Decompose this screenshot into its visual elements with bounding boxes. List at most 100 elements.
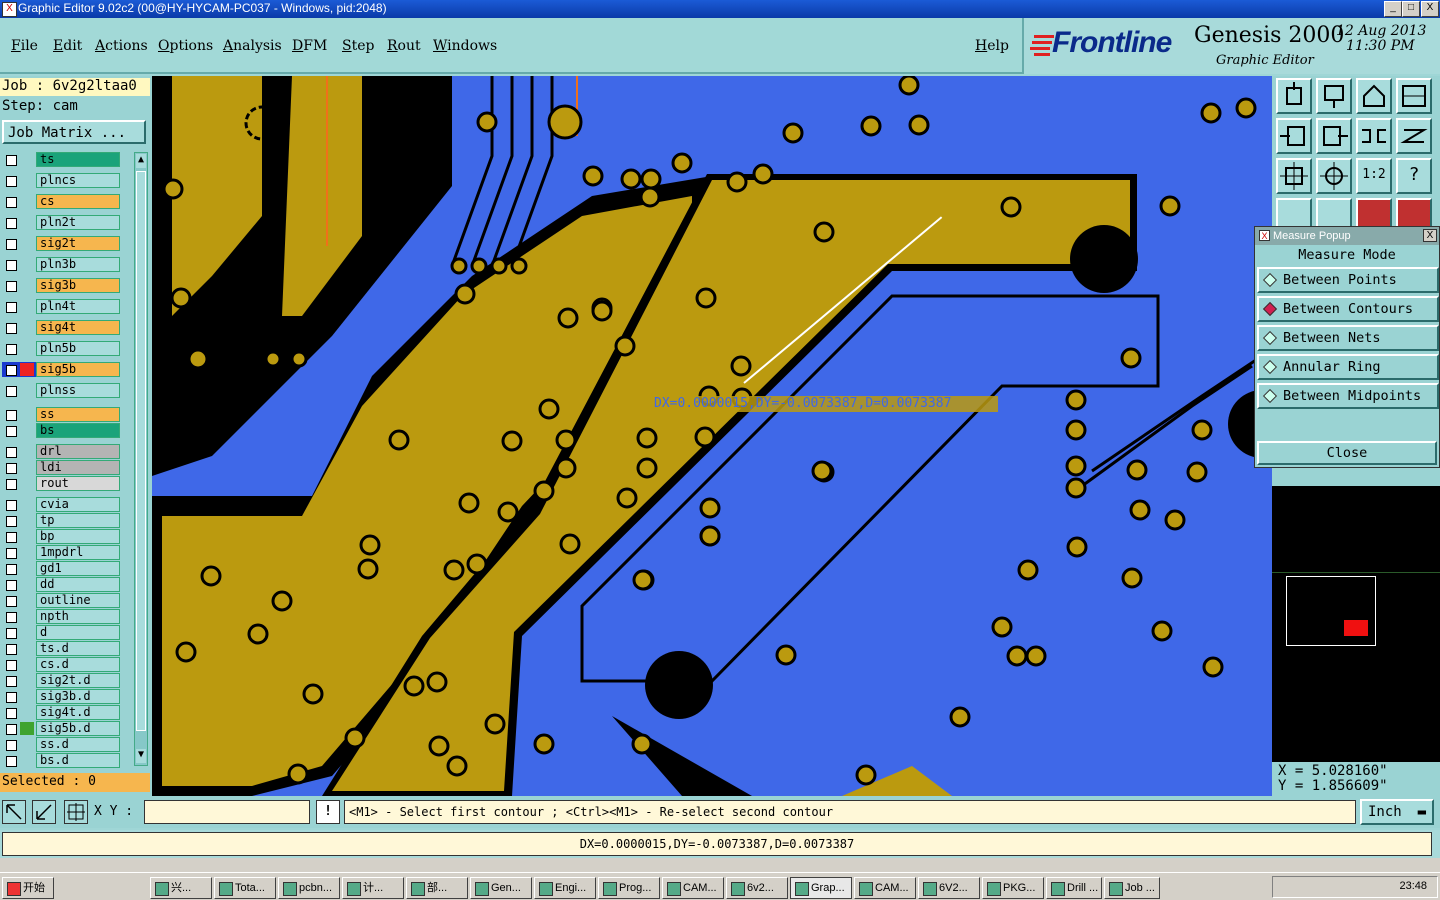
layer-row-pln4t[interactable]: pln4t: [2, 299, 120, 314]
scroll-down-arrow-icon[interactable]: ▼: [136, 749, 146, 763]
layer-checkbox[interactable]: [6, 463, 17, 474]
measure-tool-icon[interactable]: [32, 800, 56, 824]
measure-option-between-midpoints[interactable]: Between Midpoints: [1257, 383, 1439, 409]
layer-checkbox[interactable]: [6, 239, 17, 250]
measure-option-between-points[interactable]: Between Points: [1257, 267, 1439, 293]
redraw-icon[interactable]: [1396, 118, 1432, 154]
layer-name[interactable]: tp: [36, 513, 120, 528]
taskbar-item[interactable]: 6V2...: [918, 877, 980, 899]
view-down-icon[interactable]: [1316, 78, 1352, 114]
layer-name[interactable]: sig5b.d: [36, 721, 120, 736]
menu-analysis[interactable]: Analysis: [223, 38, 282, 54]
layer-row-pln5b[interactable]: pln5b: [2, 341, 120, 356]
layer-row-ts-d[interactable]: ts.d: [2, 641, 120, 656]
taskbar-item[interactable]: pcbn...: [278, 877, 340, 899]
measure-option-between-contours[interactable]: Between Contours: [1257, 296, 1439, 322]
layer-checkbox[interactable]: [6, 564, 17, 575]
layer-name[interactable]: ss: [36, 407, 120, 422]
layer-checkbox[interactable]: [6, 386, 17, 397]
layer-name[interactable]: outline: [36, 593, 120, 608]
layer-checkbox[interactable]: [6, 532, 17, 543]
mini-map[interactable]: [1272, 486, 1440, 762]
layer-name[interactable]: cs: [36, 194, 120, 209]
layer-checkbox[interactable]: [6, 708, 17, 719]
menu-windows[interactable]: Windows: [433, 38, 497, 54]
layer-checkbox[interactable]: [6, 155, 17, 166]
minimize-button[interactable]: _: [1384, 1, 1402, 17]
house-icon[interactable]: [1356, 78, 1392, 114]
layer-row-sig4t[interactable]: sig4t: [2, 320, 120, 335]
taskbar-item[interactable]: 兴...: [150, 877, 212, 899]
layer-checkbox[interactable]: [6, 692, 17, 703]
alert-icon[interactable]: !: [316, 800, 340, 824]
pan-left-icon[interactable]: [1276, 118, 1312, 154]
layer-checkbox[interactable]: [6, 323, 17, 334]
taskbar-item[interactable]: CAM...: [662, 877, 724, 899]
scroll-thumb[interactable]: [136, 171, 146, 731]
layer-scrollbar[interactable]: ▲ ▼: [134, 152, 148, 766]
layer-checkbox[interactable]: [6, 218, 17, 229]
layer-name[interactable]: sig5b: [36, 362, 120, 377]
menu-step[interactable]: Step: [342, 38, 374, 54]
layer-checkbox[interactable]: [6, 596, 17, 607]
layer-checkbox[interactable]: [6, 644, 17, 655]
taskbar-item[interactable]: Engi...: [534, 877, 596, 899]
measure-option-annular-ring[interactable]: Annular Ring: [1257, 354, 1439, 380]
layer-row-bp[interactable]: bp: [2, 529, 120, 544]
layer-checkbox[interactable]: [6, 479, 17, 490]
layer-checkbox[interactable]: [6, 580, 17, 591]
layer-checkbox[interactable]: [6, 740, 17, 751]
layer-row-pln3b[interactable]: pln3b: [2, 257, 120, 272]
layer-checkbox[interactable]: [6, 660, 17, 671]
snap-grid-icon[interactable]: [64, 800, 88, 824]
layer-name[interactable]: 1mpdrl: [36, 545, 120, 560]
pan-right-icon[interactable]: [1316, 118, 1352, 154]
layer-row-ss-d[interactable]: ss.d: [2, 737, 120, 752]
settings-icon[interactable]: [1276, 198, 1312, 228]
layer-row-sig2t-d[interactable]: sig2t.d: [2, 673, 120, 688]
job-matrix-button[interactable]: Job Matrix ...: [2, 120, 146, 144]
layer-name[interactable]: sig2t: [36, 236, 120, 251]
xy-input[interactable]: [144, 800, 310, 824]
layer-checkbox[interactable]: [6, 365, 17, 376]
layer-row-ldi[interactable]: ldi: [2, 460, 120, 475]
layer-name[interactable]: sig4t: [36, 320, 120, 335]
layer-row-npth[interactable]: npth: [2, 609, 120, 624]
menu-help[interactable]: Help: [975, 38, 1009, 54]
layer-row-tp[interactable]: tp: [2, 513, 120, 528]
menu-dfm[interactable]: DFM: [292, 38, 327, 54]
zoom-fit-icon[interactable]: [1276, 158, 1312, 194]
layer-row-sig4t-d[interactable]: sig4t.d: [2, 705, 120, 720]
menu-edit[interactable]: Edit: [53, 38, 82, 54]
net-highlight-icon[interactable]: [1396, 198, 1432, 228]
layer-checkbox[interactable]: [6, 612, 17, 623]
menu-actions[interactable]: Actions: [95, 38, 148, 54]
layer-name[interactable]: pln3b: [36, 257, 120, 272]
layer-row-dd[interactable]: dd: [2, 577, 120, 592]
maximize-button[interactable]: □: [1402, 1, 1420, 17]
layer-name[interactable]: gd1: [36, 561, 120, 576]
layer-row-ts[interactable]: ts: [2, 152, 120, 167]
layer-row-ss[interactable]: ss: [2, 407, 120, 422]
layer-name[interactable]: bp: [36, 529, 120, 544]
layer-name[interactable]: pln4t: [36, 299, 120, 314]
layer-name[interactable]: pln2t: [36, 215, 120, 230]
menu-options[interactable]: Options: [158, 38, 213, 54]
taskbar-item[interactable]: 计...: [342, 877, 404, 899]
layer-row-d[interactable]: d: [2, 625, 120, 640]
layer-row-plncs[interactable]: plncs: [2, 173, 120, 188]
taskbar-item[interactable]: Tota...: [214, 877, 276, 899]
start-button[interactable]: 开始: [2, 877, 54, 899]
taskbar-item[interactable]: Grap...: [790, 877, 852, 899]
layer-name[interactable]: ts.d: [36, 641, 120, 656]
taskbar-item[interactable]: Job ...: [1104, 877, 1160, 899]
taskbar-item[interactable]: Prog...: [598, 877, 660, 899]
layer-row-outline[interactable]: outline: [2, 593, 120, 608]
grid-icon[interactable]: [1316, 198, 1352, 228]
layer-checkbox[interactable]: [6, 302, 17, 313]
layer-row-sig5b-d[interactable]: sig5b.d: [2, 721, 120, 736]
taskbar-item[interactable]: 6v2...: [726, 877, 788, 899]
scroll-up-arrow-icon[interactable]: ▲: [136, 154, 146, 168]
layer-checkbox[interactable]: [6, 500, 17, 511]
layer-name[interactable]: sig2t.d: [36, 673, 120, 688]
